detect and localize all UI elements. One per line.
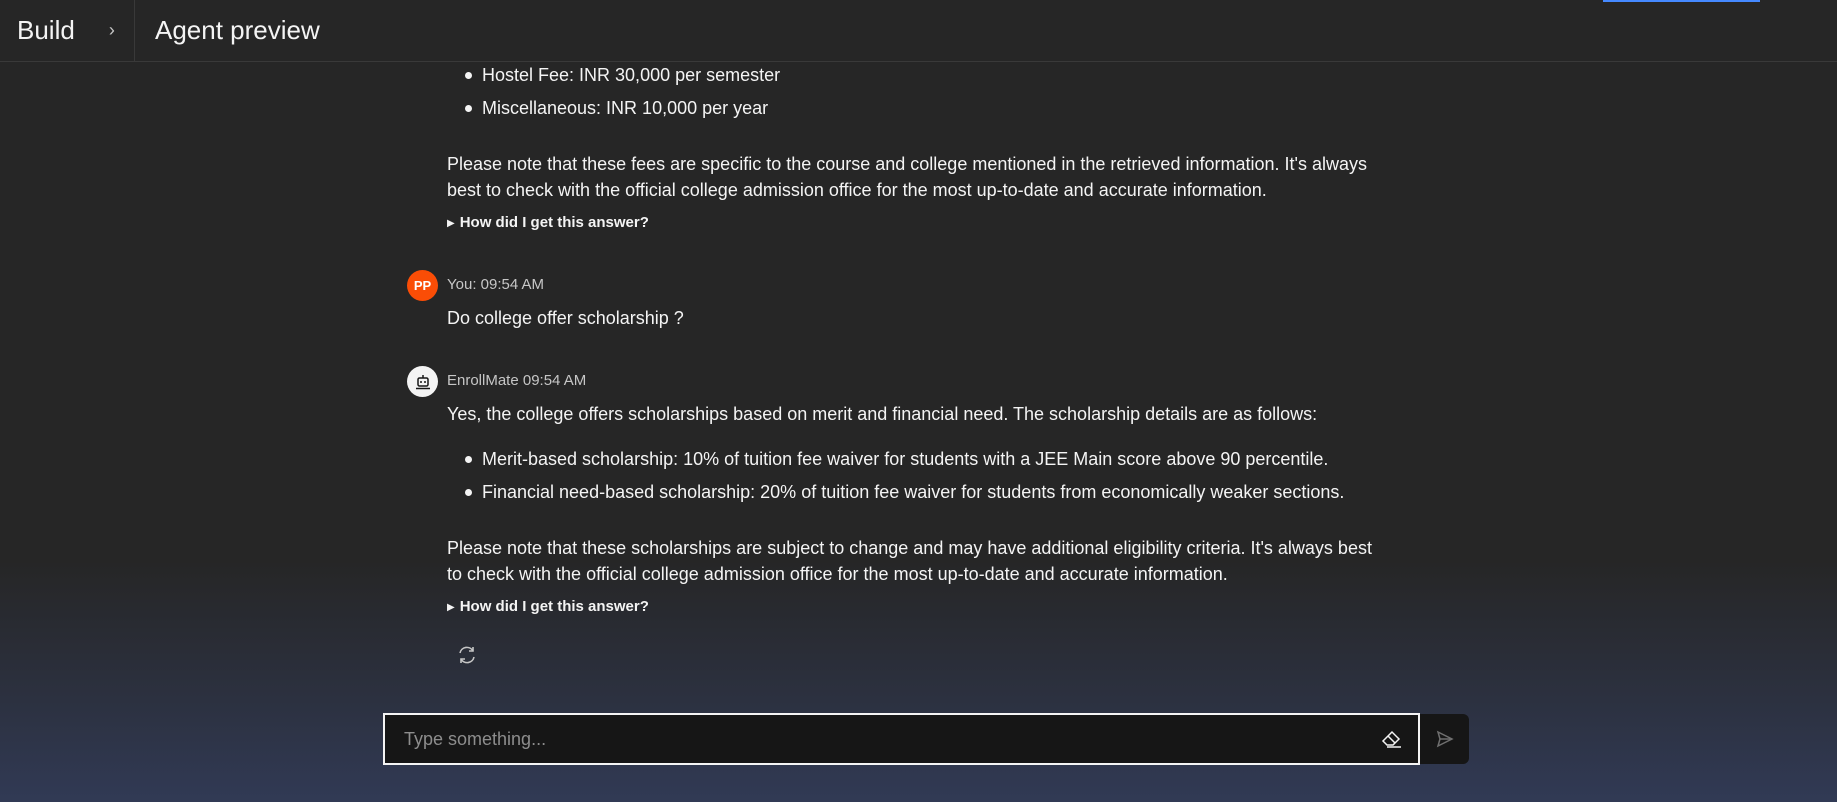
page-title: Agent preview: [155, 15, 320, 45]
avatar: PP: [407, 270, 438, 301]
breadcrumb-build-label: Build: [17, 15, 75, 45]
robot-icon: [407, 366, 438, 397]
caret-right-icon: ▶: [447, 602, 455, 613]
how-did-i-get-this-answer-toggle[interactable]: ▶ How did I get this answer?: [447, 214, 649, 231]
breadcrumb-build[interactable]: Build ›: [0, 0, 135, 62]
list-item: Miscellaneous: INR 10,000 per year: [447, 95, 780, 128]
chat-transcript[interactable]: Hostel Fee: INR 30,000 per semester Misc…: [0, 62, 1837, 702]
send-icon: [1436, 730, 1454, 748]
how-label: How did I get this answer?: [459, 598, 649, 615]
how-did-i-get-this-answer-toggle[interactable]: ▶ How did I get this answer?: [447, 598, 649, 615]
list-item: Hostel Fee: INR 30,000 per semester: [447, 62, 780, 95]
caret-right-icon: ▶: [447, 218, 455, 229]
eraser-icon[interactable]: [1380, 727, 1404, 751]
bot-message-meta: EnrollMate 09:54 AM: [447, 372, 587, 389]
message-composer[interactable]: [383, 713, 1420, 765]
active-tab-indicator: [1603, 0, 1760, 2]
bot-message-intro: Yes, the college offers scholarships bas…: [447, 404, 1318, 424]
chevron-right-icon: ›: [108, 20, 115, 40]
user-message-text: Do college offer scholarship ?: [447, 308, 684, 328]
scholarship-note: Please note that these scholarships are …: [447, 538, 1372, 584]
scholarship-list: Merit-based scholarship: 10% of tuition …: [447, 446, 1344, 512]
fee-list: Hostel Fee: INR 30,000 per semester Misc…: [447, 62, 780, 128]
message-input[interactable]: [385, 715, 1380, 763]
list-item: Financial need-based scholarship: 20% of…: [447, 479, 1344, 512]
fee-note: Please note that these fees are specific…: [447, 154, 1367, 200]
list-item: Merit-based scholarship: 10% of tuition …: [447, 446, 1344, 479]
avatar-initials: PP: [413, 278, 432, 293]
user-message-meta: You: 09:54 AM: [447, 276, 545, 293]
send-button[interactable]: [1420, 714, 1469, 764]
refresh-icon[interactable]: [456, 644, 478, 666]
top-bar: Build › Agent preview: [0, 0, 1837, 62]
how-label: How did I get this answer?: [459, 214, 649, 231]
